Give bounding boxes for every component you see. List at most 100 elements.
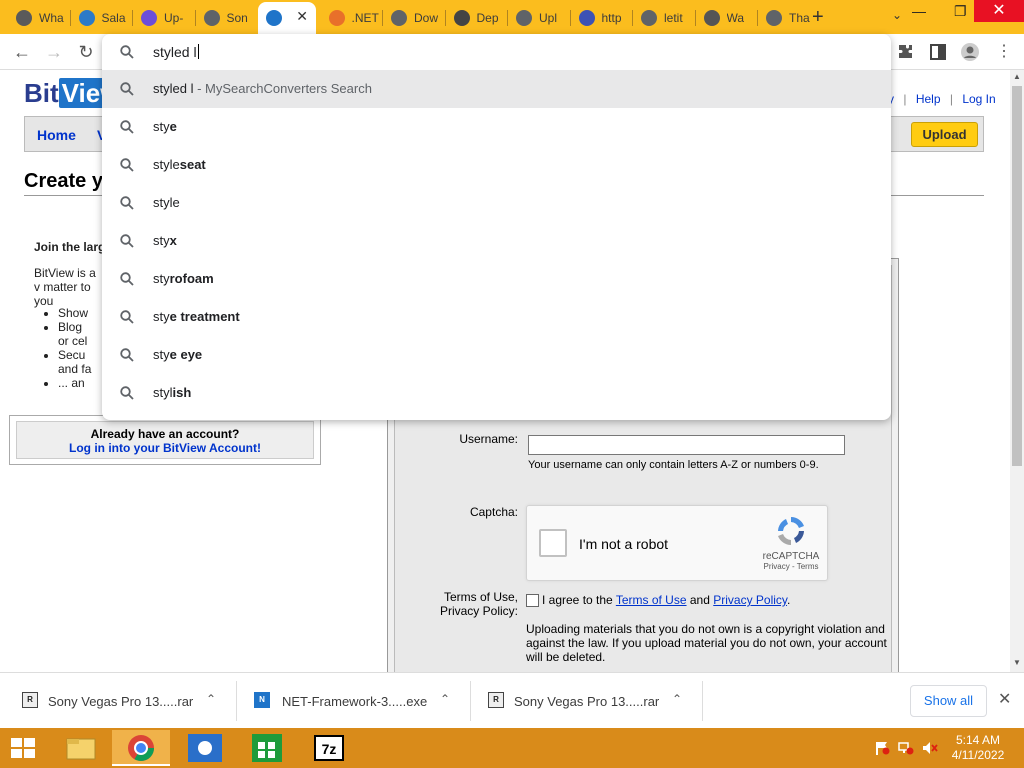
scroll-thumb[interactable] bbox=[1012, 86, 1022, 466]
terms-of-use-link[interactable]: Terms of Use bbox=[616, 593, 687, 607]
tab-title: Tha bbox=[789, 11, 810, 25]
agree-checkbox[interactable] bbox=[526, 594, 539, 607]
omnibox-suggestion[interactable]: styrofoam bbox=[102, 260, 891, 298]
tab-title: .NET bbox=[351, 11, 379, 25]
globe-icon bbox=[516, 10, 532, 26]
tab-title: Upl bbox=[539, 11, 558, 25]
toplink-login[interactable]: Log In bbox=[962, 92, 995, 106]
side-panel-icon[interactable] bbox=[928, 42, 948, 62]
join-heading: Join the larg bbox=[34, 240, 106, 254]
window-close-button[interactable]: ✕ bbox=[974, 0, 1024, 22]
chrome-icon[interactable] bbox=[112, 730, 170, 766]
download-filename: Sony Vegas Pro 13.....rar bbox=[48, 694, 194, 709]
browser-tab[interactable]: Tha bbox=[758, 4, 819, 32]
browser-tab[interactable]: .NET bbox=[321, 4, 382, 32]
scroll-down-icon[interactable]: ▼ bbox=[1010, 656, 1024, 670]
new-tab-button[interactable]: + bbox=[812, 6, 824, 29]
tab-title: letit bbox=[664, 11, 683, 25]
login-link[interactable]: Log in into your BitView Account! bbox=[17, 441, 313, 455]
clock-date: 4/11/2022 bbox=[951, 748, 1005, 762]
download-item[interactable]: R Sony Vegas Pro 13.....rar ⌃ bbox=[0, 673, 236, 729]
page-scrollbar[interactable]: ▲ ▼ bbox=[1010, 70, 1024, 672]
recaptcha-terms[interactable]: Privacy - Terms bbox=[761, 562, 821, 571]
search-icon bbox=[120, 45, 134, 59]
minimize-button[interactable]: — bbox=[912, 3, 926, 19]
username-field[interactable] bbox=[528, 435, 845, 455]
browser-tab[interactable]: ✕ bbox=[258, 2, 316, 34]
browser-tab[interactable]: letit bbox=[633, 4, 694, 32]
browser-tab[interactable]: Sala bbox=[71, 4, 132, 32]
flag-alert-icon[interactable] bbox=[874, 741, 890, 755]
list-item-cont: or cel bbox=[58, 334, 88, 348]
browser-tab[interactable]: Up- bbox=[133, 4, 194, 32]
dotnet-icon bbox=[328, 10, 345, 26]
browser-tab[interactable]: Wa bbox=[696, 4, 757, 32]
browser-tab[interactable]: Dep bbox=[446, 4, 507, 32]
download-filename: NET-Framework-3.....exe bbox=[282, 694, 428, 709]
browser-tab[interactable]: Dow bbox=[383, 4, 444, 32]
address-bar[interactable]: styled l bbox=[102, 34, 891, 70]
volume-muted-icon[interactable] bbox=[922, 741, 938, 755]
omnibox-suggestion[interactable]: stye bbox=[102, 108, 891, 146]
back-button[interactable]: ← bbox=[10, 40, 34, 64]
store-app-icon[interactable] bbox=[238, 730, 296, 766]
chevron-up-icon[interactable]: ⌃ bbox=[672, 692, 682, 706]
omnibox-suggestion[interactable]: styleseat bbox=[102, 146, 891, 184]
rar-file-icon: R bbox=[488, 692, 504, 708]
browser-tab[interactable]: Son bbox=[196, 4, 257, 32]
list-item-cont: and fa bbox=[58, 362, 92, 376]
tab-title: Up- bbox=[164, 11, 184, 25]
restore-button[interactable]: ❐ bbox=[954, 3, 967, 20]
toplink-help[interactable]: Help bbox=[916, 92, 941, 106]
browser-tab[interactable]: Upl bbox=[508, 4, 569, 32]
rar-file-icon: R bbox=[22, 692, 38, 708]
terms-label: Terms of Use, Privacy Policy: bbox=[439, 590, 518, 618]
feature-list: Show Blog or cel Secu and fa ... an bbox=[58, 306, 91, 390]
omnibox-suggestion[interactable]: stylish bbox=[102, 374, 891, 412]
download-item[interactable]: N NET-Framework-3.....exe ⌃ bbox=[236, 673, 470, 729]
star-icon bbox=[703, 10, 720, 26]
profile-avatar-icon[interactable] bbox=[960, 42, 980, 62]
weather-app-icon[interactable] bbox=[176, 730, 234, 766]
browser-tab[interactable]: Wha bbox=[8, 4, 69, 32]
omnibox-dropdown: styled l styled l - MySearchConverters S… bbox=[102, 34, 891, 420]
chevron-up-icon[interactable]: ⌃ bbox=[206, 692, 216, 706]
forward-button[interactable]: → bbox=[42, 40, 66, 64]
omnibox-suggestion[interactable]: stye treatment bbox=[102, 298, 891, 336]
tab-close-icon[interactable]: ✕ bbox=[296, 8, 308, 25]
show-all-button[interactable]: Show all bbox=[910, 685, 987, 717]
upload-button[interactable]: Upload bbox=[911, 122, 978, 147]
omnibox-suggestion[interactable]: styx bbox=[102, 222, 891, 260]
dep-icon bbox=[453, 10, 470, 26]
exe-file-icon: N bbox=[254, 692, 270, 708]
windows-start-icon[interactable] bbox=[8, 736, 38, 760]
file-explorer-icon[interactable] bbox=[52, 730, 110, 766]
u-icon bbox=[141, 10, 157, 26]
omnibox-suggestion[interactable]: styled l - MySearchConverters Search bbox=[102, 70, 891, 108]
download-item[interactable]: R Sony Vegas Pro 13.....rar ⌃ bbox=[466, 673, 702, 729]
globe-icon bbox=[203, 10, 220, 26]
tab-title: Wa bbox=[726, 11, 745, 25]
search-icon bbox=[120, 120, 134, 134]
search-icon bbox=[120, 158, 134, 172]
nav-home[interactable]: Home bbox=[37, 127, 76, 143]
7zip-icon[interactable]: 7z bbox=[300, 730, 358, 766]
search-icon bbox=[120, 348, 134, 362]
privacy-policy-link[interactable]: Privacy Policy bbox=[713, 593, 787, 607]
tab-title: Sala bbox=[101, 11, 126, 25]
globe-icon bbox=[766, 10, 782, 26]
system-clock[interactable]: 5:14 AM 4/11/2022 bbox=[948, 733, 1008, 763]
extensions-icon[interactable] bbox=[896, 42, 916, 62]
recaptcha-checkbox[interactable] bbox=[539, 529, 567, 557]
menu-kebab-icon[interactable]: ⋮ bbox=[992, 40, 1016, 64]
chevron-up-icon[interactable]: ⌃ bbox=[440, 692, 450, 706]
close-icon[interactable]: ✕ bbox=[998, 689, 1011, 709]
omnibox-suggestion[interactable]: style bbox=[102, 184, 891, 222]
reload-button[interactable]: ↻ bbox=[74, 40, 98, 64]
browser-tab[interactable]: http bbox=[571, 4, 632, 32]
search-icon bbox=[120, 386, 134, 400]
tab-search-chevron-down-icon[interactable]: ⌄ bbox=[892, 8, 902, 22]
scroll-up-icon[interactable]: ▲ bbox=[1010, 70, 1024, 84]
network-icon[interactable] bbox=[898, 741, 914, 755]
omnibox-suggestion[interactable]: stye eye bbox=[102, 336, 891, 374]
